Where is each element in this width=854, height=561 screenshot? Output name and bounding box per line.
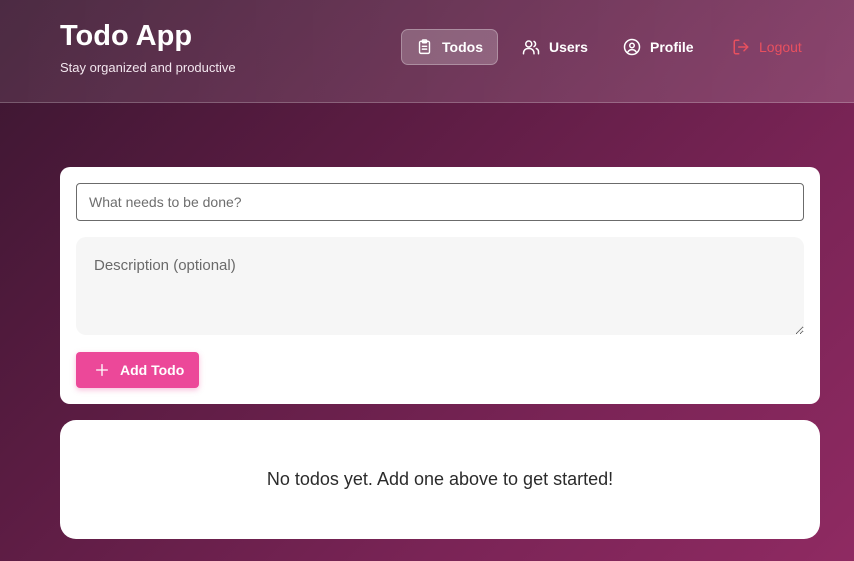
nav-item-label: Todos [442, 39, 483, 55]
todo-list-empty-state: No todos yet. Add one above to get start… [60, 420, 820, 539]
clipboard-icon [418, 39, 431, 55]
app-header: Todo App Stay organized and productive T… [0, 0, 854, 103]
logout-icon [733, 39, 749, 55]
nav-item-profile[interactable]: Profile [609, 29, 708, 65]
nav-item-todos[interactable]: Todos [401, 29, 498, 65]
nav-item-logout[interactable]: Logout [718, 29, 816, 65]
nav-item-users[interactable]: Users [508, 29, 602, 65]
brand: Todo App Stay organized and productive [60, 18, 236, 75]
plus-icon [96, 364, 108, 376]
users-icon [522, 40, 540, 55]
empty-state-message: No todos yet. Add one above to get start… [266, 469, 614, 489]
add-todo-button[interactable]: Add Todo [76, 352, 199, 388]
nav-item-label: Profile [650, 39, 694, 55]
nav-item-label: Logout [759, 39, 802, 55]
todo-description-input[interactable] [76, 237, 804, 335]
nav-item-label: Users [549, 39, 588, 55]
add-todo-label: Add Todo [120, 362, 185, 378]
todo-title-input[interactable] [76, 183, 804, 221]
add-todo-form: Add Todo [60, 167, 820, 404]
app-subtitle: Stay organized and productive [60, 60, 236, 75]
user-circle-icon [623, 38, 641, 56]
app-title: Todo App [60, 20, 193, 52]
